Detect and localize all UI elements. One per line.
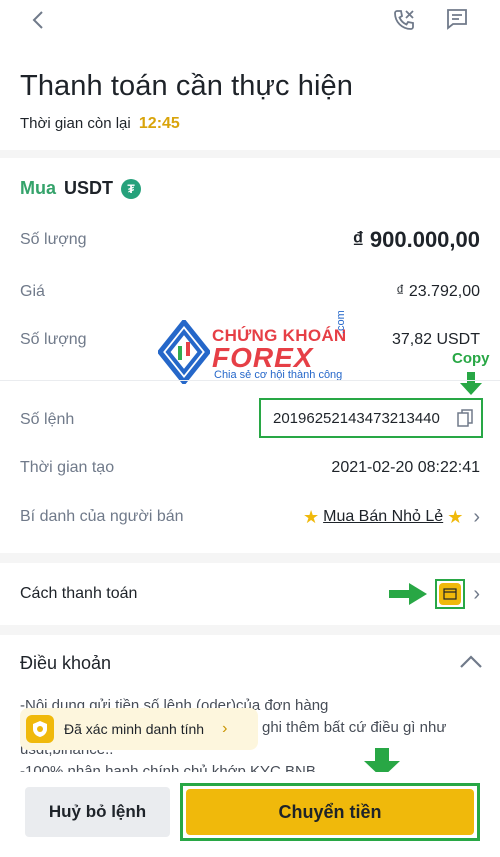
- order-number-row: Số lệnh: [20, 408, 250, 432]
- cancel-order-button[interactable]: Huỷ bỏ lệnh: [25, 787, 170, 837]
- seller-label: Bí danh của người bán: [20, 508, 184, 525]
- created-time-row: Thời gian tạo 2021-02-20 08:22:41: [20, 456, 480, 480]
- top-bar: [0, 0, 500, 45]
- total-value: ₫ 900.000,00: [352, 227, 480, 252]
- timer-value: 12:45: [138, 115, 180, 132]
- annotation-arrow-down-icon: [460, 372, 482, 395]
- bottom-action-bar: Huỷ bỏ lệnh Chuyển tiền: [0, 772, 500, 857]
- section-divider: [0, 150, 500, 158]
- bank-card-icon: [439, 583, 462, 605]
- order-side: Mua: [20, 178, 56, 198]
- tether-icon: ₮: [121, 178, 141, 199]
- order-side-row: Mua USDT ₮: [20, 178, 141, 199]
- section-divider: [0, 553, 500, 563]
- divider: [0, 380, 500, 381]
- price-row: Giá ₫ 23.792,00: [20, 280, 480, 304]
- phone-call-icon[interactable]: [392, 8, 418, 32]
- quantity-value: 37,82 USDT: [391, 331, 480, 348]
- chevron-right-icon: ›: [473, 505, 480, 528]
- timer-label: Thời gian còn lại: [20, 115, 131, 132]
- watermark-emblem-icon: [156, 317, 212, 387]
- watermark-logo: CHỨNG KHOÁN FOREX .com Chia sẻ cơ hội th…: [156, 310, 354, 387]
- chevron-right-icon: ›: [222, 720, 228, 737]
- chevron-up-icon[interactable]: [459, 652, 483, 670]
- coin-name: USDT: [64, 178, 113, 198]
- transfer-button[interactable]: Chuyển tiền: [186, 789, 474, 835]
- price-label: Giá: [20, 283, 45, 300]
- order-number-box[interactable]: 20196252143473213440: [259, 398, 483, 438]
- timer-row: Thời gian còn lại 12:45: [20, 115, 180, 133]
- order-number-label: Số lệnh: [20, 411, 75, 428]
- order-number-value: 20196252143473213440: [273, 409, 440, 427]
- seller-nickname[interactable]: ★ Mua Bán Nhỏ Lẻ ★ ›: [303, 506, 480, 529]
- quantity-label: Số lượng: [20, 331, 87, 348]
- created-time-label: Thời gian tạo: [20, 459, 115, 476]
- seller-name: Mua Bán Nhỏ Lẻ: [323, 508, 444, 525]
- back-arrow-icon[interactable]: [28, 8, 48, 32]
- star-icon: ★: [447, 506, 464, 527]
- chevron-right-icon: ›: [473, 582, 480, 605]
- page-title: Thanh toán cần thực hiện: [20, 70, 353, 102]
- copy-annotation: Copy: [452, 350, 490, 367]
- total-row: Số lượng ₫ 900.000,00: [20, 225, 480, 255]
- chat-icon[interactable]: [446, 8, 470, 32]
- transfer-button-highlight: Chuyển tiền: [180, 783, 480, 841]
- verified-shield-icon: [26, 715, 54, 743]
- payment-method-label: Cách thanh toán: [20, 585, 138, 602]
- payment-method-selector[interactable]: ›: [389, 579, 480, 609]
- star-icon: ★: [302, 506, 320, 527]
- section-divider: [0, 625, 500, 635]
- created-time-value: 2021-02-20 08:22:41: [331, 459, 480, 476]
- payment-method-row[interactable]: Cách thanh toán ›: [20, 578, 480, 610]
- payment-method-box[interactable]: [435, 579, 466, 609]
- annotation-arrow-right-icon: [389, 583, 428, 605]
- verified-label: Đã xác minh danh tính: [64, 721, 205, 737]
- terms-title: Điều khoản: [20, 653, 112, 673]
- identity-verified-badge[interactable]: Đã xác minh danh tính ›: [20, 708, 258, 750]
- price-value: ₫ 23.792,00: [396, 283, 480, 300]
- seller-row[interactable]: Bí danh của người bán ★ Mua Bán Nhỏ Lẻ ★…: [20, 504, 480, 530]
- watermark-suffix: .com: [335, 310, 347, 334]
- copy-icon[interactable]: [457, 409, 473, 427]
- total-label: Số lượng: [20, 231, 87, 248]
